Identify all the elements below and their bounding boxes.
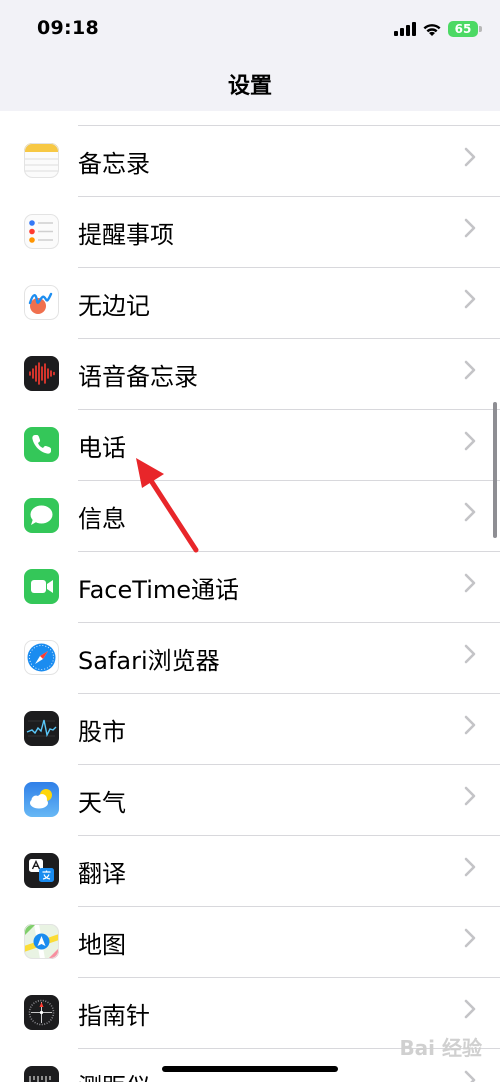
settings-item-label: Safari浏览器	[78, 647, 220, 675]
settings-item-label: 备忘录	[78, 150, 150, 178]
voice-memos-icon	[24, 356, 59, 391]
notes-icon	[24, 143, 59, 178]
settings-item-freeform[interactable]: 无边记	[0, 268, 500, 339]
settings-item-label: 语音备忘录	[78, 363, 198, 391]
settings-item-label: 翻译	[78, 860, 126, 888]
settings-item-label: 股市	[78, 718, 126, 746]
settings-item-translate[interactable]: 翻译	[0, 836, 500, 907]
status-time: 09:18	[37, 17, 99, 39]
settings-item-reminders[interactable]: 提醒事项	[0, 197, 500, 268]
chevron-right-icon	[464, 786, 476, 806]
battery-level: 65	[454, 22, 472, 36]
settings-item-weather[interactable]: 天气	[0, 765, 500, 836]
chevron-right-icon	[464, 999, 476, 1019]
chevron-right-icon	[464, 1070, 476, 1082]
chevron-right-icon	[464, 715, 476, 735]
settings-item-voice-memos[interactable]: 语音备忘录	[0, 339, 500, 410]
settings-item-label: 提醒事项	[78, 221, 174, 249]
page-title: 设置	[227, 74, 272, 99]
watermark-logo: Bai 经验	[399, 1036, 482, 1060]
chevron-right-icon	[464, 502, 476, 522]
scroll-indicator[interactable]	[493, 402, 497, 538]
status-bar: 09:18 65	[0, 0, 500, 58]
chevron-right-icon	[464, 928, 476, 948]
wifi-icon	[423, 23, 441, 36]
settings-item-notes[interactable]: 备忘录	[0, 126, 500, 197]
settings-list[interactable]: 备忘录 提醒事项 无边记 语音备忘录 电话 信息 FaceTime通话 Safa…	[0, 111, 500, 1082]
safari-icon	[24, 640, 59, 675]
settings-item-messages[interactable]: 信息	[0, 481, 500, 552]
settings-item-facetime[interactable]: FaceTime通话	[0, 552, 500, 623]
settings-item-label: 测距仪	[78, 1067, 150, 1082]
settings-item-maps[interactable]: 地图	[0, 907, 500, 978]
maps-icon	[24, 924, 59, 959]
settings-item-label: 电话	[78, 434, 126, 462]
settings-item-label: FaceTime通话	[78, 576, 240, 604]
messages-icon	[24, 498, 59, 533]
chevron-right-icon	[464, 147, 476, 167]
settings-item-label: 地图	[78, 931, 126, 959]
settings-item-label: 指南针	[78, 1002, 150, 1030]
home-indicator[interactable]	[162, 1066, 338, 1072]
status-icons: 65	[394, 18, 482, 40]
chevron-right-icon	[464, 360, 476, 380]
settings-item-label: 天气	[78, 789, 126, 817]
settings-item-label: 无边记	[78, 292, 150, 320]
phone-icon	[24, 427, 59, 462]
chevron-right-icon	[464, 431, 476, 451]
battery-icon: 65	[448, 21, 482, 37]
facetime-icon	[24, 569, 59, 604]
chevron-right-icon	[464, 573, 476, 593]
cellular-signal-icon	[394, 22, 416, 36]
settings-item-safari[interactable]: Safari浏览器	[0, 623, 500, 694]
navigation-bar: 设置	[0, 58, 500, 112]
settings-item-phone[interactable]: 电话	[0, 410, 500, 481]
chevron-right-icon	[464, 857, 476, 877]
stocks-icon	[24, 711, 59, 746]
settings-item-label: 信息	[78, 505, 126, 533]
translate-icon	[24, 853, 59, 888]
freeform-icon	[24, 285, 59, 320]
chevron-right-icon	[464, 644, 476, 664]
weather-icon	[24, 782, 59, 817]
chevron-right-icon	[464, 218, 476, 238]
reminders-icon	[24, 214, 59, 249]
chevron-right-icon	[464, 289, 476, 309]
annotation-arrow-icon	[136, 458, 199, 553]
settings-item-stocks[interactable]: 股市	[0, 694, 500, 765]
compass-icon	[24, 995, 59, 1030]
measure-icon	[24, 1066, 59, 1082]
